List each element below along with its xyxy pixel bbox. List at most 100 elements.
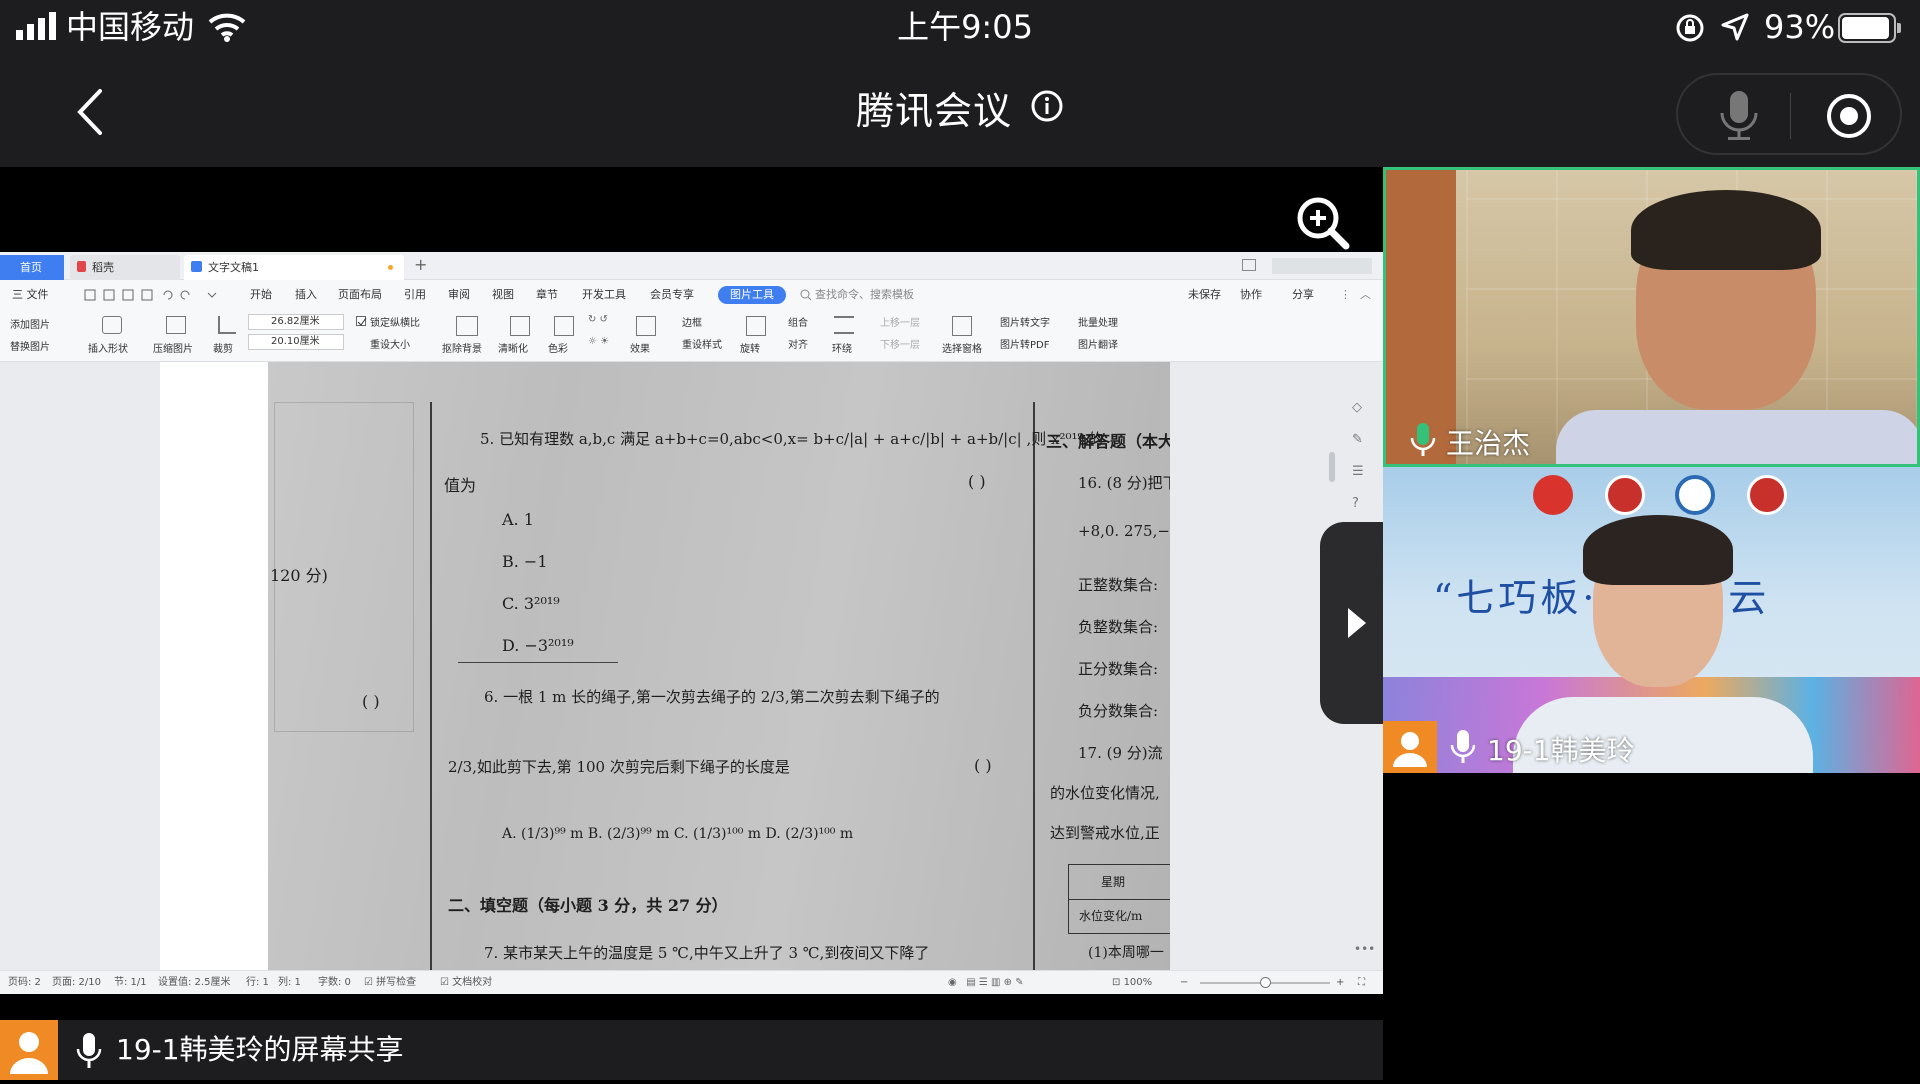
participant-name: 19-1韩美玲 [1487, 734, 1635, 767]
reset-style-button[interactable]: 重设样式 [682, 336, 722, 351]
tab-home[interactable]: 首页 [0, 255, 64, 280]
color-icon [554, 316, 574, 336]
brightness-icons[interactable]: ☼ ☀ [588, 336, 609, 347]
collapse-ribbon-icon[interactable]: ︿ [1360, 280, 1371, 310]
layout-icon[interactable] [1242, 259, 1256, 271]
width-field[interactable]: 26.82厘米 [248, 314, 344, 330]
view-mode-icons[interactable]: ◉ ▤ ☰ ▥ ⊕ ✎ [948, 971, 1024, 994]
spell-check-toggle[interactable]: ☑ 拼写检查 [364, 971, 416, 994]
select-pane-icon [952, 316, 972, 336]
menu-reference[interactable]: 引用 [404, 280, 426, 310]
menu-chapter[interactable]: 章节 [536, 280, 558, 310]
question-7: 7. 某市某天上午的温度是 5 ℃,中午又上升了 3 ℃,到夜间又下降了 [484, 944, 930, 962]
collaborate-button[interactable]: 协作 [1240, 280, 1262, 310]
expand-panel-button[interactable] [1320, 522, 1383, 724]
zoom-out-button[interactable]: − [1180, 971, 1188, 994]
status-bar: 中国移动 上午9:05 93% [0, 0, 1920, 55]
compress-button[interactable]: 压缩图片 [153, 340, 193, 355]
menu-image-tools[interactable]: 图片工具 [718, 286, 786, 304]
clarify-button[interactable]: 清晰化 [498, 340, 528, 355]
more-icon[interactable]: ••• [1354, 942, 1375, 956]
select-pane-button[interactable]: 选择窗格 [942, 340, 982, 355]
menu-dev-tools[interactable]: 开发工具 [582, 280, 626, 310]
search-icon [800, 289, 812, 301]
move-down-button[interactable]: 下移一层 [880, 336, 920, 351]
crop-icon [218, 316, 236, 334]
image-to-text-button[interactable]: 图片转文字 [1000, 314, 1050, 329]
menu-insert[interactable]: 插入 [295, 280, 317, 310]
question-17-line3: 达到警戒水位,正 [1050, 824, 1160, 842]
wrap-button[interactable]: 环绕 [832, 340, 852, 355]
divider [1790, 93, 1791, 139]
rotate-button[interactable]: 旋转 [740, 340, 760, 355]
info-icon[interactable] [1030, 54, 1064, 166]
move-up-button[interactable]: 上移一层 [880, 314, 920, 329]
exam-paper-photo[interactable]: 120 分) ( ) 5. 已知有理数 a,b,c 满足 a+b+c=0,abc… [268, 362, 1170, 970]
adjust-icon[interactable]: ☰ [1352, 456, 1372, 488]
mic-active-icon [1408, 422, 1438, 458]
positive-fraction-set: 正分数集合: [1078, 660, 1159, 678]
person-icon [10, 1032, 48, 1074]
orientation-lock-icon [1674, 12, 1706, 44]
proofread-toggle[interactable]: ☑ 文档校对 [440, 971, 492, 994]
participant-tile-1[interactable]: 王治杰 [1383, 167, 1920, 467]
zoom-in-button[interactable] [1292, 192, 1352, 252]
help-icon[interactable]: ? [1352, 488, 1372, 520]
rotate-small-icons[interactable]: ↻ ↺ [588, 314, 608, 325]
menu-layout[interactable]: 页面布局 [338, 280, 382, 310]
insert-shape-button[interactable]: 插入形状 [88, 340, 128, 355]
zoom-level[interactable]: ⊡ 100% [1112, 971, 1152, 994]
microphone-icon [1449, 729, 1477, 765]
strike-line [458, 662, 618, 663]
share-button[interactable]: 分享 [1292, 280, 1314, 310]
question-5-tail: 值为 [444, 476, 477, 495]
remove-bg-button[interactable]: 抠除背景 [442, 340, 482, 355]
add-image-button[interactable]: 添加图片 [10, 316, 50, 331]
quick-access-icons [84, 289, 234, 301]
lock-ratio-label: 锁定纵横比 [370, 318, 420, 329]
lock-ratio-checkbox[interactable] [356, 316, 367, 326]
border-button[interactable]: 边框 [682, 314, 702, 329]
record-button[interactable] [1824, 91, 1874, 141]
group-button[interactable]: 组合 [788, 314, 808, 329]
zoom-in-small-button[interactable]: + [1336, 971, 1344, 994]
menu-start[interactable]: 开始 [250, 280, 272, 310]
command-search[interactable]: 查找命令、搜索模板 [815, 280, 914, 310]
pen-icon[interactable]: ✎ [1352, 424, 1372, 456]
fullscreen-icon[interactable]: ⛶ [1358, 971, 1365, 994]
more-icon[interactable]: ⋮ [1340, 280, 1351, 310]
image-translate-button[interactable]: 图片翻译 [1078, 336, 1118, 351]
play-arrow-icon [1348, 608, 1366, 638]
tab-daoke[interactable]: 稻壳 [70, 255, 180, 280]
option-d: D. −3²⁰¹⁹ [502, 636, 574, 655]
status-setting: 设置值: 2.5厘米 [158, 977, 231, 988]
menu-file[interactable]: 三 文件 [12, 280, 49, 310]
align-button[interactable]: 对齐 [788, 336, 808, 351]
new-tab-button[interactable]: + [414, 255, 427, 274]
unsaved-dot [388, 265, 393, 270]
crop-button[interactable]: 裁剪 [213, 340, 233, 355]
microphone-button[interactable] [1714, 89, 1764, 141]
height-field[interactable]: 20.10厘米 [248, 334, 344, 350]
image-to-pdf-button[interactable]: 图片转PDF [1000, 336, 1049, 351]
tool-icon[interactable]: ◇ [1352, 392, 1372, 424]
menu-member[interactable]: 会员专享 [650, 280, 694, 310]
color-button[interactable]: 色彩 [548, 340, 568, 355]
wps-status-bar: 页码: 2 页面: 2/10 节: 1/1 设置值: 2.5厘米 行: 1 列:… [0, 970, 1383, 994]
zoom-slider[interactable] [1200, 977, 1330, 988]
reset-size-button[interactable]: 重设大小 [370, 336, 410, 351]
faded-flowchart [274, 402, 414, 732]
unsaved-button[interactable]: 未保存 [1188, 280, 1221, 310]
batch-process-button[interactable]: 批量处理 [1078, 314, 1118, 329]
question-5: 5. 已知有理数 a,b,c 满足 a+b+c=0,abc<0,x= b+c/|… [480, 430, 1104, 448]
menu-review[interactable]: 审阅 [448, 280, 470, 310]
participant-tile-2[interactable]: “七巧板· 堂”云 19-1韩美玲 [1383, 467, 1920, 773]
question-17-line2: 的水位变化情况, [1050, 784, 1160, 802]
menu-view[interactable]: 视图 [492, 280, 514, 310]
tab-document[interactable]: 文字文稿1 [184, 255, 404, 280]
replace-image-button[interactable]: 替换图片 [10, 338, 50, 353]
compress-icon [166, 316, 186, 334]
status-page-code: 页码: 2 [8, 977, 41, 988]
effect-button[interactable]: 效果 [630, 340, 650, 355]
document-canvas[interactable]: 120 分) ( ) 5. 已知有理数 a,b,c 满足 a+b+c=0,abc… [0, 362, 1383, 970]
